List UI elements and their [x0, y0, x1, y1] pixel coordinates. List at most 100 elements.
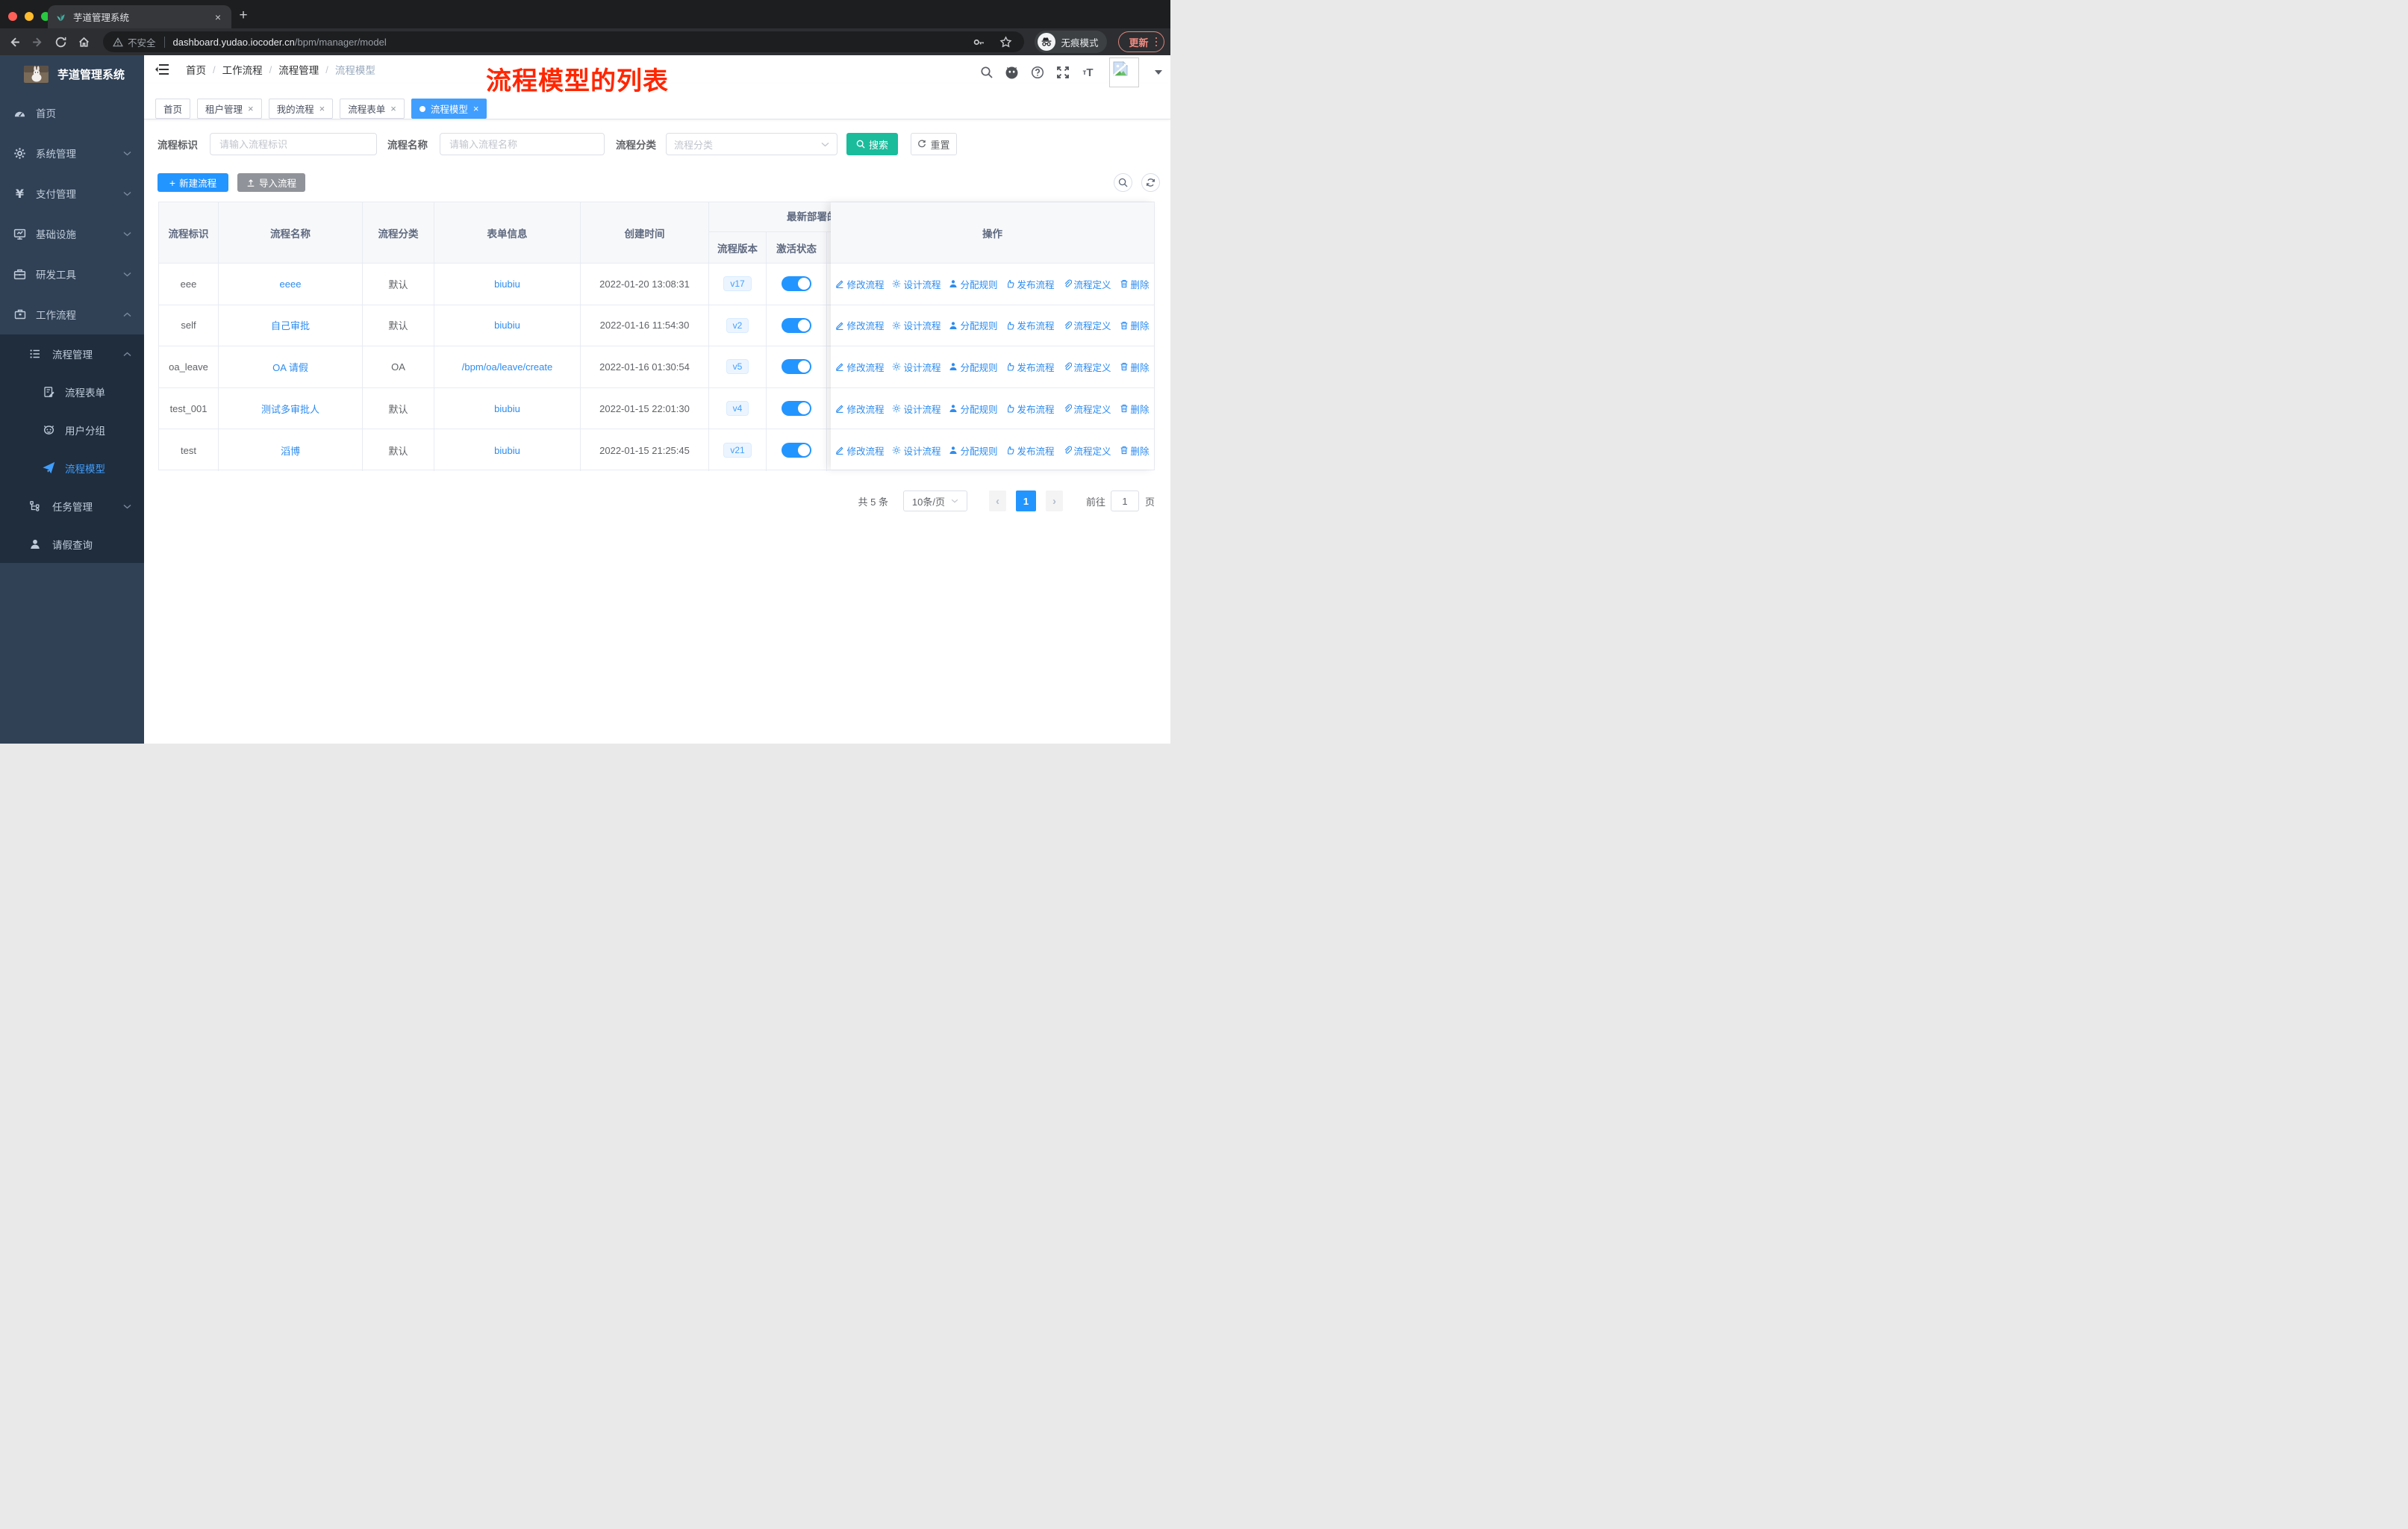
create-process-button[interactable]: + 新建流程	[157, 173, 228, 192]
tag-home[interactable]: 首页	[155, 99, 191, 119]
home-icon[interactable]	[75, 33, 93, 51]
sidebar-item-process-model[interactable]: 流程模型	[0, 449, 144, 487]
设计流程-action[interactable]: 设计流程	[892, 318, 941, 332]
修改流程-action[interactable]: 修改流程	[835, 360, 884, 374]
show-search-icon[interactable]	[1114, 173, 1132, 192]
browser-menu-icon[interactable]	[1155, 37, 1157, 47]
流程定义-action[interactable]: 流程定义	[1063, 402, 1111, 416]
form-info-link[interactable]: biubiu	[494, 403, 520, 414]
form-info-link[interactable]: biubiu	[494, 320, 520, 331]
back-icon[interactable]	[5, 33, 23, 51]
删除-action[interactable]: 删除	[1120, 277, 1150, 291]
prev-page-button[interactable]: ‹	[988, 491, 1006, 511]
分配规则-action[interactable]: 分配规则	[949, 360, 998, 374]
删除-action[interactable]: 删除	[1120, 318, 1150, 332]
category-select[interactable]: 流程分类	[666, 133, 838, 155]
发布流程-action[interactable]: 发布流程	[1006, 443, 1055, 458]
close-icon[interactable]: ×	[319, 104, 325, 113]
发布流程-action[interactable]: 发布流程	[1006, 360, 1055, 374]
process-name-link[interactable]: 滔博	[281, 443, 300, 458]
设计流程-action[interactable]: 设计流程	[892, 360, 941, 374]
breadcrumb-workflow[interactable]: 工作流程	[222, 62, 263, 77]
sidebar-item-user-group[interactable]: 用户分组	[0, 411, 144, 449]
breadcrumb-process-management[interactable]: 流程管理	[278, 62, 319, 77]
fullscreen-icon[interactable]	[1055, 66, 1070, 80]
分配规则-action[interactable]: 分配规则	[949, 402, 998, 416]
流程定义-action[interactable]: 流程定义	[1063, 360, 1111, 374]
设计流程-action[interactable]: 设计流程	[892, 277, 941, 291]
close-icon[interactable]: ×	[473, 104, 479, 113]
page-size-select[interactable]: 10条/页	[902, 491, 967, 511]
new-tab-button[interactable]: +	[234, 7, 252, 25]
avatar-caret-icon[interactable]	[1155, 70, 1162, 75]
form-info-link[interactable]: biubiu	[494, 445, 520, 456]
import-process-button[interactable]: 导入流程	[237, 173, 305, 192]
process-name-link[interactable]: 测试多审批人	[261, 402, 319, 416]
active-toggle[interactable]	[782, 317, 811, 333]
next-page-button[interactable]: ›	[1045, 491, 1063, 511]
refresh-table-icon[interactable]	[1141, 173, 1160, 192]
sidebar-item-leave-query[interactable]: 请假查询	[0, 525, 144, 563]
forward-icon[interactable]	[28, 33, 46, 51]
sidebar-item-payment[interactable]: ¥ 支付管理	[0, 173, 144, 214]
bookmark-star-icon[interactable]	[996, 33, 1014, 51]
goto-page-input[interactable]	[1110, 491, 1139, 511]
search-icon[interactable]	[979, 66, 994, 80]
url-bar[interactable]: 不安全 dashboard.yudao.iocoder.cn /bpm/mana…	[103, 31, 1025, 52]
process-name-link[interactable]: OA 请假	[272, 360, 308, 374]
删除-action[interactable]: 删除	[1120, 443, 1150, 458]
tag-process-form[interactable]: 流程表单 ×	[340, 99, 405, 119]
设计流程-action[interactable]: 设计流程	[892, 402, 941, 416]
process-name-link[interactable]: 自己审批	[271, 318, 310, 332]
修改流程-action[interactable]: 修改流程	[835, 443, 884, 458]
修改流程-action[interactable]: 修改流程	[835, 402, 884, 416]
流程定义-action[interactable]: 流程定义	[1063, 318, 1111, 332]
修改流程-action[interactable]: 修改流程	[835, 277, 884, 291]
process-name-link[interactable]: eeee	[280, 278, 302, 290]
search-button[interactable]: 搜索	[846, 133, 898, 155]
browser-tab[interactable]: 芋道管理系统 ×	[48, 5, 231, 28]
minimize-window-button[interactable]	[25, 12, 34, 21]
process-id-input[interactable]	[210, 133, 377, 155]
sidebar-item-process-management[interactable]: 流程管理	[0, 334, 144, 373]
active-toggle[interactable]	[782, 276, 811, 292]
window-controls[interactable]	[8, 12, 50, 21]
sidebar-item-process-form[interactable]: 流程表单	[0, 373, 144, 411]
分配规则-action[interactable]: 分配规则	[949, 277, 998, 291]
修改流程-action[interactable]: 修改流程	[835, 318, 884, 332]
active-toggle[interactable]	[782, 443, 811, 458]
发布流程-action[interactable]: 发布流程	[1006, 277, 1055, 291]
close-icon[interactable]: ×	[390, 104, 396, 113]
reload-icon[interactable]	[52, 33, 69, 51]
sidebar-item-devtools[interactable]: 研发工具	[0, 254, 144, 294]
form-info-link[interactable]: /bpm/oa/leave/create	[462, 361, 552, 373]
发布流程-action[interactable]: 发布流程	[1006, 318, 1055, 332]
设计流程-action[interactable]: 设计流程	[892, 443, 941, 458]
help-icon[interactable]	[1030, 66, 1044, 80]
active-toggle[interactable]	[782, 359, 811, 375]
sidebar-item-system[interactable]: 系统管理	[0, 133, 144, 173]
tag-process-model[interactable]: 流程模型 ×	[411, 99, 487, 119]
流程定义-action[interactable]: 流程定义	[1063, 443, 1111, 458]
process-name-input[interactable]	[440, 133, 605, 155]
close-window-button[interactable]	[8, 12, 17, 21]
tag-tenant[interactable]: 租户管理 ×	[197, 99, 262, 119]
sidebar-item-workflow[interactable]: 工作流程	[0, 294, 144, 334]
sidebar-item-home[interactable]: 首页	[0, 93, 144, 133]
sidebar-item-task-management[interactable]: 任务管理	[0, 487, 144, 525]
active-toggle[interactable]	[782, 401, 811, 417]
reset-button[interactable]: 重置	[911, 133, 957, 155]
browser-update-button[interactable]: 更新	[1118, 31, 1164, 52]
current-page-button[interactable]: 1	[1015, 491, 1036, 511]
删除-action[interactable]: 删除	[1120, 402, 1150, 416]
close-icon[interactable]: ×	[248, 104, 254, 113]
发布流程-action[interactable]: 发布流程	[1006, 402, 1055, 416]
password-key-icon[interactable]	[970, 33, 988, 51]
分配规则-action[interactable]: 分配规则	[949, 318, 998, 332]
tag-my-process[interactable]: 我的流程 ×	[268, 99, 334, 119]
form-info-link[interactable]: biubiu	[494, 278, 520, 290]
avatar[interactable]	[1109, 57, 1139, 87]
分配规则-action[interactable]: 分配规则	[949, 443, 998, 458]
github-icon[interactable]	[1005, 66, 1019, 80]
tab-close-icon[interactable]: ×	[212, 10, 224, 24]
